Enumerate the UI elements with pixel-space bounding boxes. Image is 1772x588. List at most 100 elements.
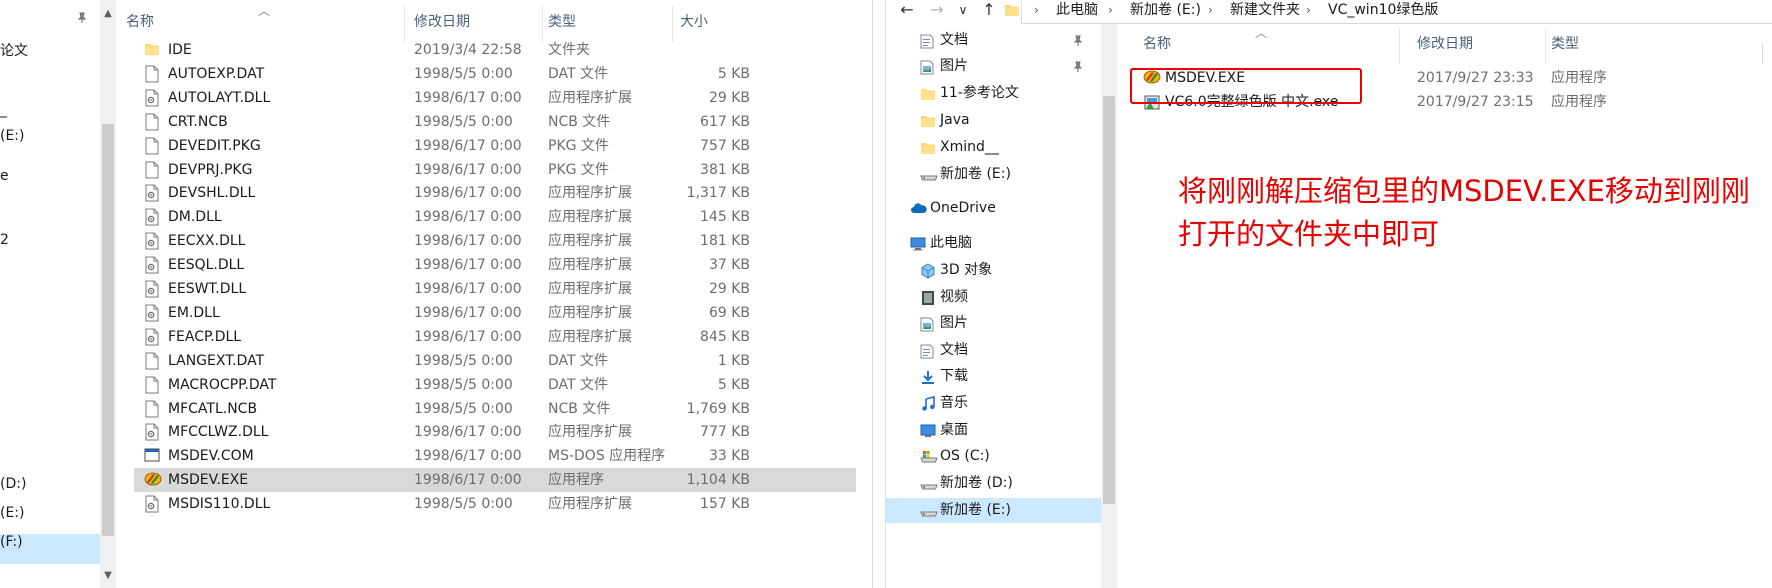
nav-item-fragment[interactable]: _	[0, 102, 7, 118]
recent-locations-chevron-icon[interactable]: ∨	[950, 0, 976, 24]
nav-item[interactable]: OS (C:)	[886, 444, 1101, 469]
nav-item-label: 11-参考论文	[940, 85, 1019, 101]
nav-item[interactable]: 图片	[886, 311, 1101, 336]
breadcrumb-item[interactable]: 新加卷 (E:)	[1130, 0, 1201, 24]
file-row[interactable]: MSDEV.COM 1998/6/17 0:00 MS-DOS 应用程序 33 KB	[134, 444, 856, 468]
breadcrumb-separator-icon[interactable]: ›	[1034, 0, 1039, 24]
nav-item-fragment[interactable]: 2	[0, 232, 9, 248]
breadcrumb-item[interactable]: 此电脑	[1056, 0, 1098, 24]
nav-item[interactable]: Java	[886, 108, 1101, 133]
column-header-type[interactable]: 类型	[1551, 24, 1579, 64]
scrollbar-thumb[interactable]	[1103, 96, 1115, 504]
file-row[interactable]: AUTOLAYT.DLL 1998/6/17 0:00 应用程序扩展 29 KB	[134, 86, 856, 110]
nav-item[interactable]: 下载	[886, 364, 1101, 389]
breadcrumb-separator-icon[interactable]: ›	[1108, 0, 1113, 24]
documents-folder-icon	[920, 343, 936, 359]
scroll-up-arrow[interactable]: ▲	[102, 6, 114, 22]
dll-file-icon	[144, 495, 160, 513]
nav-item[interactable]: 文档	[886, 28, 1101, 53]
file-modified-date: 1998/6/17 0:00	[414, 281, 522, 297]
breadcrumb-item[interactable]: VC_win10绿色版	[1328, 0, 1438, 24]
file-type: 应用程序扩展	[548, 281, 632, 297]
nav-item-fragment[interactable]: (E:)	[0, 128, 25, 144]
nav-item[interactable]: 桌面	[886, 418, 1101, 443]
file-icon	[144, 113, 160, 131]
column-separator	[1545, 28, 1546, 64]
file-row[interactable]: MFCATL.NCB 1998/5/5 0:00 NCB 文件 1,769 KB	[134, 397, 856, 421]
file-row[interactable]: FEACP.DLL 1998/6/17 0:00 应用程序扩展 845 KB	[134, 325, 856, 349]
pin-icon[interactable]	[1072, 35, 1084, 47]
nav-item[interactable]: OneDrive	[886, 196, 1101, 221]
address-bar: ← → ∨ ↑ › 此电脑 › 新加卷 (E:) › 新建文件夹 › VC_win10绿色版	[886, 0, 1772, 24]
file-modified-date: 1998/6/17 0:00	[414, 137, 522, 154]
file-type: 应用程序扩展	[548, 185, 632, 202]
left-file-list: ︿ 名称 修改日期 类型 大小 IDE 2019/3/4 22:58 文件夹 AUTO…	[126, 0, 856, 588]
column-separator	[404, 6, 405, 42]
nav-item[interactable]: 视频	[886, 285, 1101, 310]
file-row[interactable]: DEVSHL.DLL 1998/6/17 0:00 应用程序扩展 1,317 KB	[134, 181, 856, 205]
file-row[interactable]: DEVPRJ.PKG 1998/6/17 0:00 PKG 文件 381 KB	[134, 158, 856, 182]
file-size: 757 KB	[700, 137, 750, 154]
file-modified-date: 1998/5/5 0:00	[414, 65, 513, 82]
file-row[interactable]: MSDEV.EXE 1998/6/17 0:00 应用程序 1,104 KB	[134, 468, 856, 493]
file-row[interactable]: EM.DLL 1998/6/17 0:00 应用程序扩展 69 KB	[134, 301, 856, 325]
file-icon	[144, 376, 160, 394]
file-row[interactable]: EECXX.DLL 1998/6/17 0:00 应用程序扩展 181 KB	[134, 229, 856, 253]
nav-item-fragment[interactable]: (D:)	[0, 476, 26, 492]
file-row[interactable]: EESWT.DLL 1998/6/17 0:00 应用程序扩展 29 KB	[134, 277, 856, 301]
back-arrow-icon[interactable]: ←	[894, 0, 920, 24]
nav-item[interactable]: 新加卷 (E:)	[886, 498, 1101, 523]
up-arrow-icon[interactable]: ↑	[976, 0, 1002, 24]
drive-icon	[920, 476, 938, 492]
forward-arrow-icon[interactable]: →	[924, 0, 950, 24]
scrollbar-thumb[interactable]	[102, 124, 114, 536]
dll-file-icon	[144, 280, 160, 298]
nav-item[interactable]: 新加卷 (E:)	[886, 162, 1101, 187]
scroll-down-arrow[interactable]: ▼	[102, 568, 114, 584]
nav-item-fragment[interactable]: e	[0, 168, 9, 184]
file-row[interactable]: EESQL.DLL 1998/6/17 0:00 应用程序扩展 37 KB	[134, 253, 856, 277]
pin-icon	[76, 12, 90, 26]
breadcrumb-separator-icon[interactable]: ›	[1306, 0, 1311, 24]
file-type: 应用程序扩展	[548, 233, 632, 250]
file-name: EM.DLL	[168, 304, 220, 321]
nav-item[interactable]: 3D 对象	[886, 258, 1101, 283]
nav-item[interactable]: 11-参考论文	[886, 81, 1101, 106]
nav-item[interactable]: Xmind__	[886, 135, 1101, 160]
column-separator	[1399, 28, 1400, 64]
file-modified-date: 2017/9/27 23:15	[1417, 94, 1534, 110]
pictures-folder-icon	[920, 59, 936, 75]
file-row[interactable]: LANGEXT.DAT 1998/5/5 0:00 DAT 文件 1 KB	[134, 349, 856, 373]
music-icon	[920, 395, 936, 412]
file-row[interactable]: DM.DLL 1998/6/17 0:00 应用程序扩展 145 KB	[134, 205, 856, 229]
nav-item[interactable]: 文档	[886, 338, 1101, 363]
column-header-date[interactable]: 修改日期	[1417, 24, 1473, 64]
file-type: NCB 文件	[548, 400, 611, 417]
file-row[interactable]: MFCCLWZ.DLL 1998/6/17 0:00 应用程序扩展 777 KB	[134, 420, 856, 444]
column-header-name[interactable]: 名称	[1143, 24, 1171, 64]
nav-item-fragment[interactable]: (F:)	[0, 534, 23, 550]
breadcrumb-item[interactable]: 新建文件夹	[1230, 0, 1300, 24]
file-type: 应用程序	[1551, 94, 1607, 110]
file-row[interactable]: DEVEDIT.PKG 1998/6/17 0:00 PKG 文件 757 KB	[134, 134, 856, 158]
nav-item-fragment[interactable]: 论文	[0, 40, 28, 60]
file-name: MACROCPP.DAT	[168, 376, 277, 393]
file-modified-date: 1998/6/17 0:00	[414, 448, 522, 465]
file-row[interactable]: MACROCPP.DAT 1998/5/5 0:00 DAT 文件 5 KB	[134, 373, 856, 397]
file-modified-date: 1998/6/17 0:00	[414, 424, 522, 441]
left-nav-scrollbar[interactable]: ▲ ▼	[100, 0, 116, 588]
nav-item[interactable]: 音乐	[886, 391, 1101, 416]
nav-item[interactable]: 新加卷 (D:)	[886, 471, 1101, 496]
breadcrumb-separator-icon[interactable]: ›	[1208, 0, 1213, 24]
file-size: 617 KB	[700, 113, 750, 130]
right-nav-scrollbar[interactable]	[1101, 24, 1117, 588]
file-type: 文件夹	[548, 42, 590, 58]
pin-icon[interactable]	[1072, 61, 1084, 73]
nav-item[interactable]: 图片	[886, 54, 1101, 79]
file-row[interactable]: CRT.NCB 1998/5/5 0:00 NCB 文件 617 KB	[134, 110, 856, 134]
nav-item[interactable]: 此电脑	[886, 231, 1101, 256]
file-row[interactable]: AUTOEXP.DAT 1998/5/5 0:00 DAT 文件 5 KB	[134, 62, 856, 86]
file-row[interactable]: MSDIS110.DLL 1998/5/5 0:00 应用程序扩展 157 KB	[134, 492, 856, 516]
file-row[interactable]: IDE 2019/3/4 22:58 文件夹	[134, 38, 856, 62]
nav-item-fragment[interactable]: (E:)	[0, 505, 25, 521]
